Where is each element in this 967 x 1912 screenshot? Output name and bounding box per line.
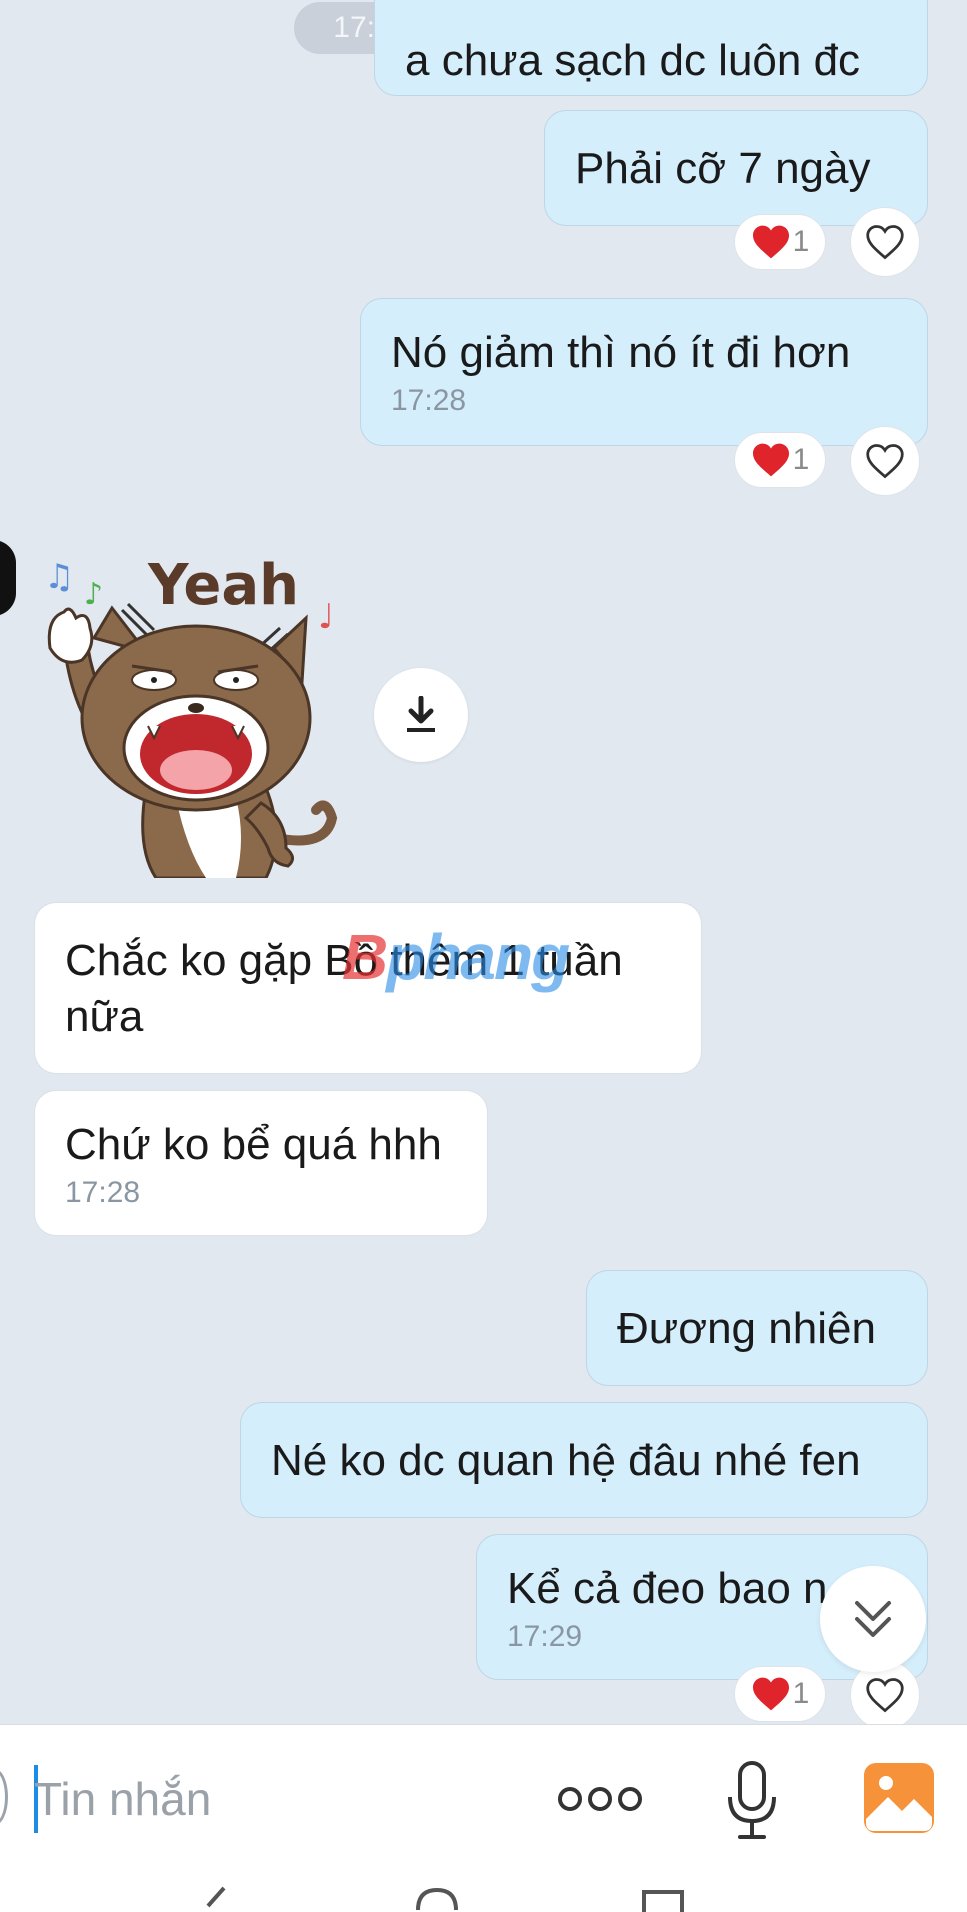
svg-text:♫: ♫	[44, 557, 74, 597]
heart-outline-icon	[866, 1678, 904, 1713]
watermark-first-letter: B	[342, 921, 388, 993]
composer-bar	[0, 1724, 967, 1872]
message-bubble[interactable]: Đương nhiên	[586, 1270, 928, 1386]
message-text: Phải cỡ 7 ngày	[575, 144, 871, 193]
emoji-icon[interactable]	[0, 1769, 8, 1825]
message-text: Né ko dc quan hệ đâu nhé fen	[271, 1436, 861, 1485]
double-chevron-down-icon	[855, 1601, 891, 1637]
heart-icon	[752, 1677, 789, 1711]
scroll-to-bottom-button[interactable]	[820, 1566, 926, 1672]
svg-text:♩: ♩	[318, 597, 334, 637]
message-input[interactable]	[34, 1769, 454, 1829]
watermark-rest: phang	[386, 921, 570, 993]
heart-icon	[752, 443, 789, 477]
reaction-count[interactable]: 1	[734, 1666, 826, 1722]
svg-text:♪: ♪	[84, 577, 103, 612]
message-bubble[interactable]: Né ko dc quan hệ đâu nhé fen	[240, 1402, 928, 1518]
reaction-count-label: 1	[792, 1677, 810, 1710]
system-nav-bar	[0, 1872, 967, 1912]
heart-outline-icon	[866, 444, 904, 479]
message-time: 17:28	[65, 1176, 141, 1209]
recents-icon[interactable]	[640, 1886, 686, 1912]
microphone-icon[interactable]	[724, 1759, 780, 1843]
more-dots-icon[interactable]	[556, 1779, 644, 1819]
message-bubble[interactable]: Phải cỡ 7 ngày	[544, 110, 928, 226]
avatar[interactable]	[0, 540, 16, 616]
react-button[interactable]	[850, 426, 920, 496]
back-icon[interactable]	[200, 1886, 230, 1912]
heart-icon	[752, 225, 789, 259]
reaction-count[interactable]: 1	[734, 432, 826, 488]
gallery-icon[interactable]	[862, 1761, 936, 1835]
sticker-label: Yeah	[147, 553, 299, 618]
reaction-count-label: 1	[792, 443, 810, 476]
download-icon	[407, 696, 435, 732]
heart-outline-icon	[866, 225, 904, 260]
download-button[interactable]	[374, 668, 468, 762]
reaction-count-label: 1	[792, 225, 810, 258]
message-bubble[interactable]: Nó giảm thì nó ít đi hơn 17:28	[360, 298, 928, 446]
react-button[interactable]	[850, 207, 920, 277]
watermark-logo: Bphang	[342, 920, 570, 994]
message-time: 17:28	[391, 384, 467, 417]
message-text: a chưa sạch dc luôn đc	[405, 36, 861, 85]
message-bubble[interactable]: Chứ ko bể quá hhh 17:28	[34, 1090, 488, 1236]
reaction-count[interactable]: 1	[734, 214, 826, 270]
message-bubble[interactable]: a chưa sạch dc luôn đc	[374, 0, 928, 96]
yeah-cat-sticker[interactable]: ♫ ♪ ♩ Yeah	[36, 548, 356, 878]
message-text: Đương nhiên	[617, 1304, 876, 1353]
message-text: Chứ ko bể quá hhh	[65, 1120, 442, 1169]
message-text: Nó giảm thì nó ít đi hơn	[391, 328, 851, 377]
home-icon[interactable]	[414, 1886, 460, 1912]
